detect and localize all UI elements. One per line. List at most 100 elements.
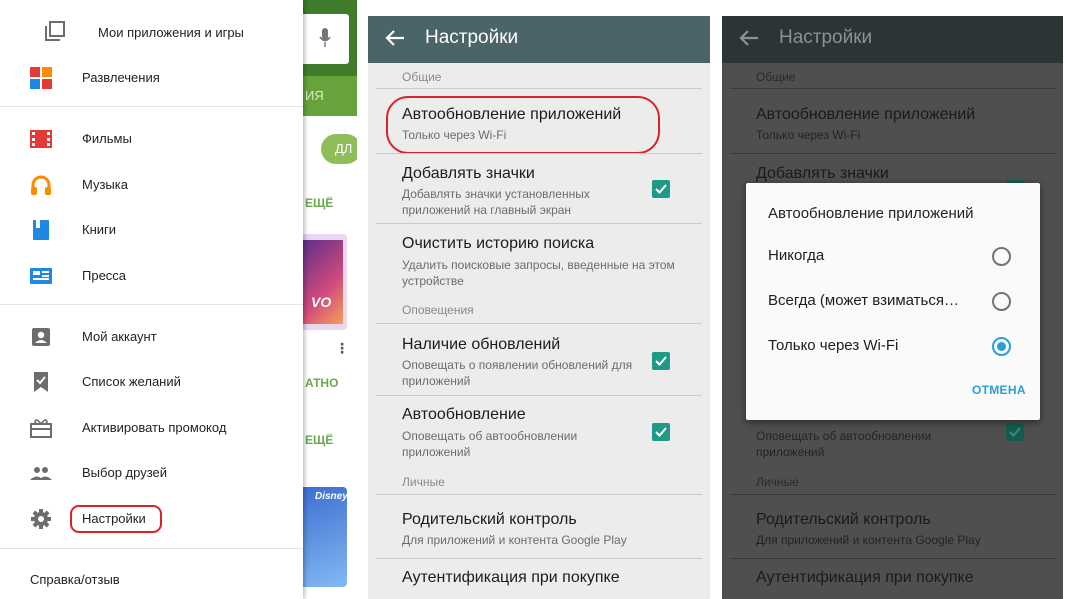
drawer-item-books[interactable]: Книги <box>0 209 303 249</box>
divider <box>730 558 1056 559</box>
my-apps-icon <box>45 21 65 41</box>
drawer-item-music[interactable]: Музыка <box>0 164 303 204</box>
check-icon <box>655 184 667 194</box>
setting-auto-update-notify-subtitle: Оповещать об автообновлении приложений <box>756 429 932 459</box>
add-icons-checkbox[interactable] <box>652 180 670 198</box>
drawer-item-wishlist[interactable]: Список желаний <box>0 361 303 401</box>
setting-auto-update-notify-title[interactable]: Автообновление <box>402 406 526 424</box>
drawer-item-label: Музыка <box>82 177 128 192</box>
drawer-item-label: Мой аккаунт <box>82 329 157 344</box>
back-arrow-icon[interactable] <box>738 27 760 49</box>
section-header-general: Общие <box>756 70 796 84</box>
auto-update-dialog: Автообновление приложений Никогда Всегда… <box>746 183 1040 420</box>
redeem-icon <box>30 419 52 438</box>
drawer-item-label: Книги <box>82 222 117 237</box>
price-label: АТНО <box>305 376 339 390</box>
divider <box>730 153 1056 154</box>
account-icon <box>32 328 50 346</box>
check-icon <box>1009 427 1021 437</box>
settings-dialog-screen: Настройки Общие Автообновление приложени… <box>722 16 1063 599</box>
divider <box>376 558 702 559</box>
setting-add-icons-title[interactable]: Добавлять значки <box>402 165 535 183</box>
setting-parental-control-subtitle: Для приложений и контента Google Play <box>756 533 981 547</box>
setting-auto-update-notify-subtitle: Оповещать об автообновлении приложений <box>402 429 578 459</box>
setting-parental-control-title: Родительский контроль <box>756 511 931 528</box>
drawer-item-label: Список желаний <box>82 374 181 389</box>
app-card[interactable]: VO <box>303 234 347 330</box>
check-icon <box>655 356 667 366</box>
option-label: Никогда <box>768 247 825 264</box>
more-link[interactable]: ЕЩЁ <box>305 196 333 210</box>
drawer-item-label: Развлечения <box>82 70 160 85</box>
people-icon <box>30 467 52 480</box>
section-header-personal: Личные <box>402 475 445 489</box>
drawer-item-label: Пресса <box>82 268 127 283</box>
drawer-item-help[interactable]: Справка/отзыв <box>0 559 303 599</box>
option-wifi-only[interactable]: Только через Wi-Fi <box>746 325 1040 365</box>
auto-update-notify-checkbox <box>1006 423 1024 441</box>
auto-update-notify-checkbox[interactable] <box>652 423 670 441</box>
setting-parental-control-subtitle: Для приложений и контента Google Play <box>402 533 627 547</box>
filter-chip[interactable]: ДЛ <box>321 134 357 164</box>
page-title: Настройки <box>425 27 519 48</box>
divider <box>0 304 303 305</box>
more-link[interactable]: ЕЩЁ <box>305 433 333 447</box>
setting-add-icons-subtitle: Добавлять значки установленных приложени… <box>402 187 590 217</box>
setting-auto-update-title: Автообновление приложений <box>756 106 976 123</box>
option-always[interactable]: Всегда (может взиматься… <box>746 280 1040 320</box>
highlight-oval <box>70 505 162 533</box>
toolbar: Настройки <box>722 16 1063 63</box>
setting-updates-title[interactable]: Наличие обновлений <box>402 336 560 354</box>
entertainment-icon <box>30 67 52 89</box>
app-card-text: VO <box>311 294 332 310</box>
section-header-general: Общие <box>402 70 442 84</box>
drawer-item-movies[interactable]: Фильмы <box>0 118 303 158</box>
divider <box>376 153 702 154</box>
headphones-icon <box>31 175 51 195</box>
divider <box>0 106 303 107</box>
radio-button-selected[interactable] <box>992 337 1011 356</box>
navigation-drawer: Мои приложения и игры Развлечения Фильмы <box>0 0 303 599</box>
back-arrow-icon[interactable] <box>384 27 406 49</box>
divider <box>376 323 702 324</box>
section-header-personal: Личные <box>756 475 799 489</box>
drawer-item-label: Справка/отзыв <box>30 572 120 587</box>
books-icon <box>33 220 49 240</box>
overflow-menu-icon[interactable]: ⋮ <box>335 340 349 357</box>
app-card[interactable] <box>303 487 347 587</box>
drawer-item-entertainment[interactable]: Развлечения <box>0 57 303 97</box>
divider <box>376 395 702 396</box>
drawer-item-people[interactable]: Выбор друзей <box>0 452 303 492</box>
drawer-item-my-apps[interactable]: Мои приложения и игры <box>0 12 303 52</box>
nav-drawer-screen: ИЯ ДЛ ЕЩЁ VO ⋮ АТНО ЕЩЁ Disney Мои прило… <box>0 0 357 599</box>
disney-logo: Disney <box>315 491 348 502</box>
toolbar: Настройки <box>368 16 710 63</box>
section-header-notifications: Оповещения <box>402 303 474 317</box>
radio-button[interactable] <box>992 292 1011 311</box>
setting-add-icons-title: Добавлять значки <box>756 165 889 182</box>
wishlist-icon <box>34 372 48 392</box>
divider <box>376 494 702 495</box>
divider <box>730 88 1056 89</box>
divider <box>376 223 702 224</box>
setting-parental-control-title[interactable]: Родительский контроль <box>402 511 577 529</box>
movies-icon <box>30 130 52 148</box>
drawer-item-label: Мои приложения и игры <box>98 25 244 40</box>
drawer-item-label: Выбор друзей <box>82 465 168 480</box>
radio-button[interactable] <box>992 247 1011 266</box>
setting-clear-history-title[interactable]: Очистить историю поиска <box>402 235 594 253</box>
option-never[interactable]: Никогда <box>746 235 1040 275</box>
settings-screen: Настройки Общие Автообновление приложени… <box>368 16 710 599</box>
drawer-item-label: Фильмы <box>82 131 132 146</box>
highlight-oval <box>386 96 660 154</box>
microphone-icon[interactable] <box>319 28 331 48</box>
page-title: Настройки <box>779 27 873 48</box>
category-bar[interactable]: ИЯ <box>303 76 357 116</box>
drawer-item-newsstand[interactable]: Пресса <box>0 255 303 295</box>
drawer-item-account[interactable]: Мой аккаунт <box>0 316 303 356</box>
divider <box>0 548 303 549</box>
updates-checkbox[interactable] <box>652 352 670 370</box>
drawer-item-redeem[interactable]: Активировать промокод <box>0 407 303 447</box>
cancel-button[interactable]: ОТМЕНА <box>972 383 1026 397</box>
setting-purchase-auth-title[interactable]: Аутентификация при покупке <box>402 569 620 587</box>
